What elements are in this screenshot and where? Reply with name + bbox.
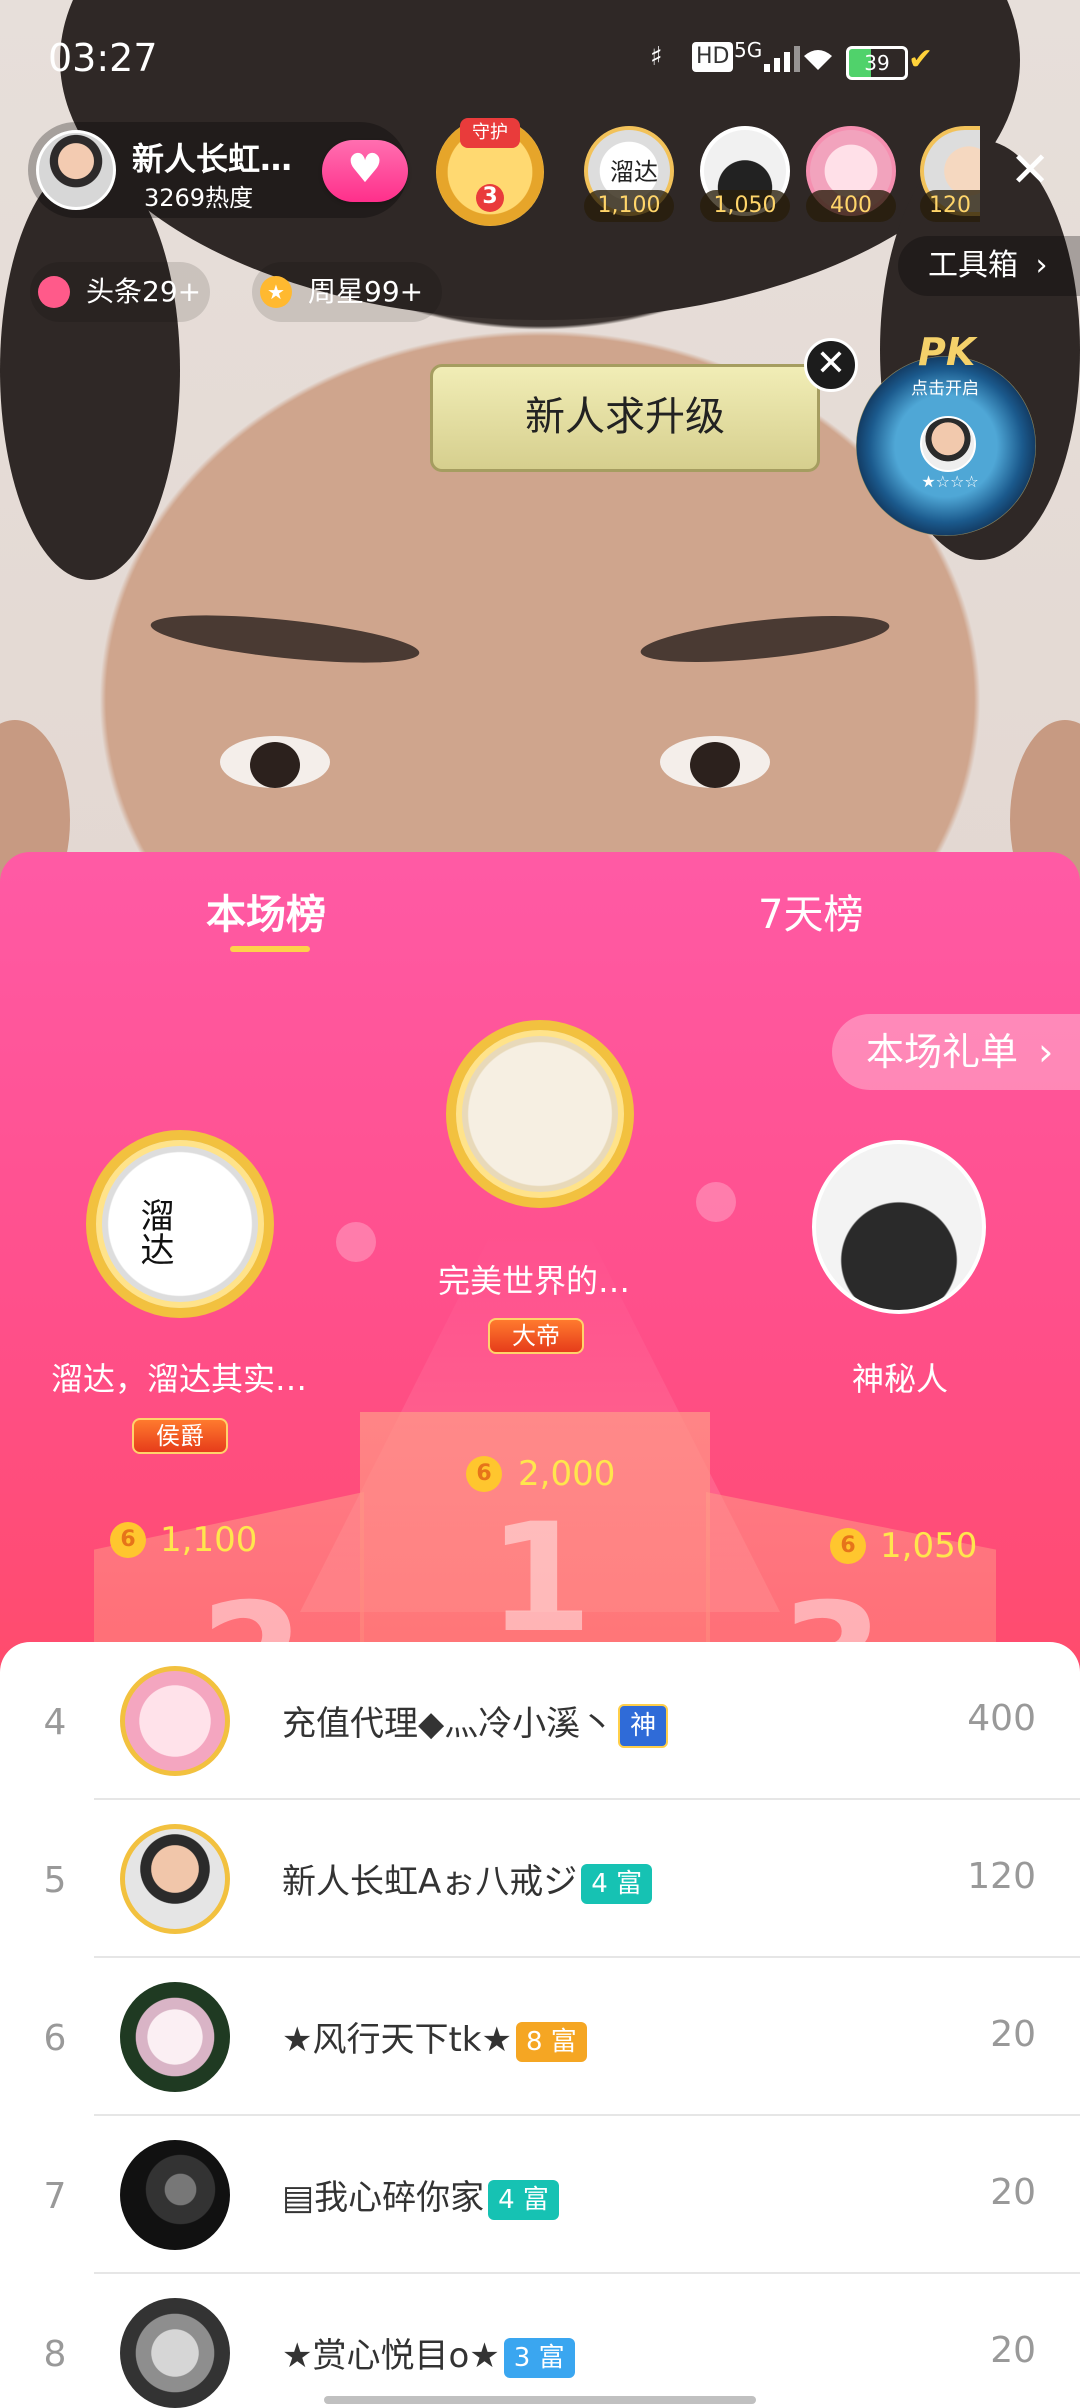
toolbox-button[interactable]: 工具箱 › (898, 236, 1080, 296)
row-name: ★赏心悦目o★ 3 富 (282, 2328, 575, 2378)
row-avatar[interactable] (120, 1666, 230, 1776)
rank-1-name: 完美世界的… (437, 1262, 630, 1300)
close-icon[interactable]: ✕ (1010, 146, 1050, 194)
follow-heart-button[interactable] (322, 140, 408, 202)
wealth-badge: 3 富 (503, 2337, 575, 2378)
charging-icon: ✔ (908, 42, 934, 77)
tab-indicator (230, 946, 310, 952)
row-name: ▤我心碎你家 4 富 (282, 2170, 559, 2220)
row-score: 20 (990, 2014, 1036, 2055)
weekly-star-tag[interactable]: ★ 周星99+ (252, 262, 442, 322)
bubble-decoration (336, 1222, 376, 1262)
row-rank: 6 (43, 2018, 67, 2059)
gift-list-button[interactable]: 本场礼单 › (832, 1014, 1080, 1090)
rank-3-avatar[interactable] (812, 1140, 986, 1314)
upgrade-banner[interactable]: 新人求升级 (430, 364, 820, 472)
clock: 03:27 (48, 36, 158, 80)
rank-2-avatar[interactable]: 溜达 (86, 1130, 274, 1318)
pk-label: PK (918, 330, 976, 374)
chevron-right-icon: › (1035, 248, 1048, 283)
guard-title: 守护 (460, 118, 520, 148)
pk-stars: ★☆☆☆ (921, 472, 979, 491)
row-name: 充值代理◆灬冷小溪丶神 (282, 1696, 669, 1748)
list-item[interactable]: 4 充值代理◆灬冷小溪丶神 400 (0, 1642, 1080, 1800)
toolbox-label: 工具箱 (928, 248, 1018, 283)
guard-level: 3 (476, 184, 504, 212)
rank-1-avatar[interactable] (446, 1020, 634, 1208)
coin-icon: 6 (110, 1522, 146, 1558)
headline-label: 头条29+ (86, 275, 202, 308)
row-avatar[interactable] (120, 2298, 230, 2408)
tab-7day-rank[interactable]: 7天榜 (758, 882, 863, 940)
row-name: 新人长虹Aぉ八戒ジ 4 富 (282, 1854, 653, 1904)
row-score: 120 (967, 1856, 1036, 1897)
anchor-name: 新人长虹… (132, 140, 293, 178)
rank-2-name: 溜达，溜达其实… (50, 1360, 307, 1398)
list-item[interactable]: 5 新人长虹Aぉ八戒ジ 4 富 120 (0, 1800, 1080, 1958)
bubble-decoration (696, 1182, 736, 1222)
pk-hint: 点击开启 (911, 379, 979, 399)
row-score: 400 (967, 1698, 1036, 1739)
coin-icon: 6 (466, 1456, 502, 1492)
headline-tag[interactable]: 头条29+ (30, 262, 210, 322)
wealth-badge: 4 富 (488, 2179, 559, 2220)
god-badge: 神 (618, 1703, 669, 1748)
status-bar: 03:27 ♯ HD 5G 39 ✔ (0, 0, 1080, 110)
row-rank: 7 (43, 2176, 67, 2217)
battery-icon: 39 (846, 46, 908, 80)
row-avatar[interactable] (120, 2140, 230, 2250)
signal-icon: 5G (734, 38, 763, 62)
rank-3-score: 1,050 (880, 1526, 978, 1566)
row-rank: 4 (43, 1702, 67, 1743)
guard-badge[interactable]: 守护 3 (436, 118, 544, 226)
viewer-value-2: 1,050 (700, 190, 790, 222)
star-icon: ★ (260, 276, 292, 308)
row-name: ★风行天下tk★ 8 富 (282, 2012, 587, 2062)
row-avatar[interactable] (120, 1982, 230, 2092)
tab-current-rank[interactable]: 本场榜 (206, 882, 326, 940)
list-item[interactable]: 8 ★赏心悦目o★ 3 富 20 (0, 2274, 1080, 2408)
rank-2-score: 1,100 (160, 1520, 258, 1560)
rank-2-noble-badge: 侯爵 (132, 1418, 228, 1454)
pk-avatar (920, 416, 976, 472)
viewer-value-4: 120 (920, 190, 980, 222)
flame-icon (38, 276, 70, 308)
list-item[interactable]: 7 ▤我心碎你家 4 富 20 (0, 2116, 1080, 2274)
row-rank: 8 (43, 2334, 67, 2375)
row-score: 20 (990, 2172, 1036, 2213)
anchor-heat: 3269热度 (144, 184, 254, 212)
weekly-star-label: 周星99+ (308, 275, 424, 308)
rank-1-noble-badge: 大帝 (488, 1318, 584, 1354)
rank-3-name: 神秘人 (851, 1360, 948, 1398)
gift-list-label: 本场礼单 (866, 1030, 1019, 1074)
row-avatar[interactable] (120, 1824, 230, 1934)
home-indicator[interactable] (324, 2396, 756, 2404)
podium-number-1: 1 (488, 1492, 593, 1666)
wifi-icon (804, 50, 832, 70)
list-item[interactable]: 6 ★风行天下tk★ 8 富 20 (0, 1958, 1080, 2116)
headphones-icon: ♯ (650, 42, 663, 72)
viewer-value-1: 1,100 (584, 190, 674, 222)
chevron-right-icon: › (1038, 1030, 1054, 1074)
wealth-badge: 4 富 (581, 1863, 653, 1904)
row-score: 20 (990, 2330, 1036, 2371)
banner-close-icon[interactable]: ✕ (804, 338, 858, 392)
rank-1-score: 2,000 (518, 1454, 616, 1494)
row-rank: 5 (43, 1860, 67, 1901)
hd-icon: HD (692, 42, 734, 72)
rank-list[interactable]: 4 充值代理◆灬冷小溪丶神 400 5 新人长虹Aぉ八戒ジ 4 富 120 6 ★… (0, 1642, 1080, 2408)
anchor-avatar[interactable] (36, 130, 116, 210)
wealth-badge: 8 富 (515, 2021, 587, 2062)
coin-icon: 6 (830, 1528, 866, 1564)
viewer-value-3: 400 (806, 190, 896, 222)
